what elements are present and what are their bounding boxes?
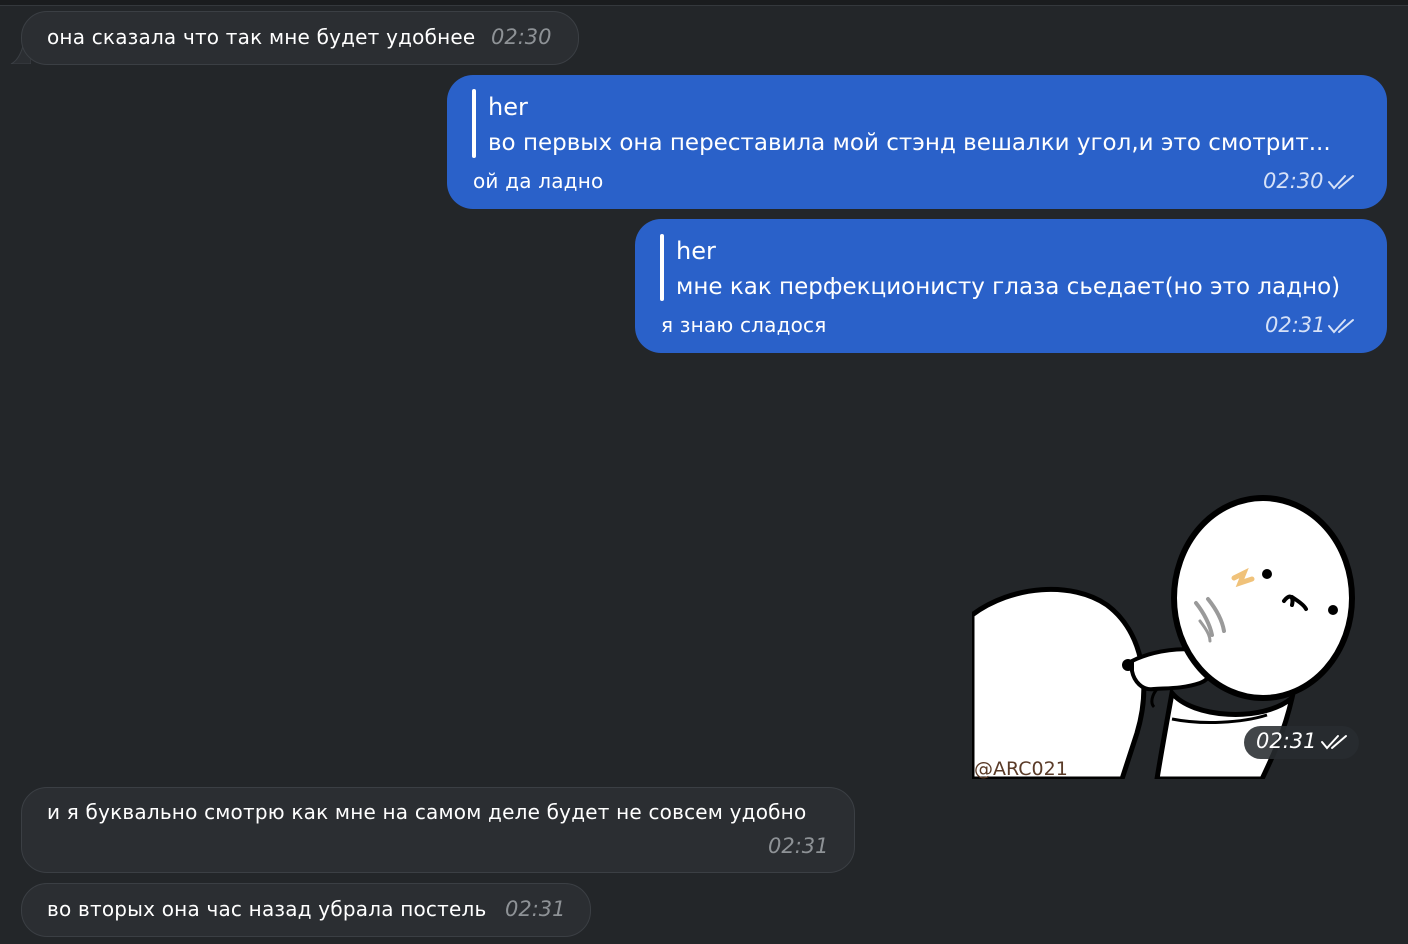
message-text: я знаю сладося xyxy=(661,313,827,337)
reply-bar xyxy=(472,89,476,158)
message-time: 02:30 xyxy=(1263,169,1324,193)
message-text: и я буквально смотрю как мне на самом де… xyxy=(47,800,807,824)
message-text: она сказала что так мне будет удобнее xyxy=(47,25,476,49)
reply-text: во первых она переставила мой стэнд веша… xyxy=(488,130,1331,156)
double-check-icon xyxy=(1321,735,1347,750)
reply-author: her xyxy=(676,237,716,265)
message-time: 02:30 xyxy=(491,25,552,49)
reply-bar xyxy=(660,234,664,301)
window-top-border xyxy=(0,0,1408,6)
message-time: 02:31 xyxy=(505,897,566,921)
double-check-icon xyxy=(1328,175,1354,190)
reply-author: her xyxy=(488,93,528,121)
message-time: 02:31 xyxy=(768,834,829,858)
reply-text: мне как перфекционисту глаза сьедает(но … xyxy=(676,274,1341,300)
message-time: 02:31 xyxy=(1265,313,1326,337)
message-time: 02:31 xyxy=(1256,729,1317,753)
sticker-watermark: @ARC021 xyxy=(974,758,1068,779)
message-text: ой да ладно xyxy=(473,169,604,193)
double-check-icon xyxy=(1328,319,1354,334)
message-text: во вторых она час назад убрала постель xyxy=(47,897,487,921)
